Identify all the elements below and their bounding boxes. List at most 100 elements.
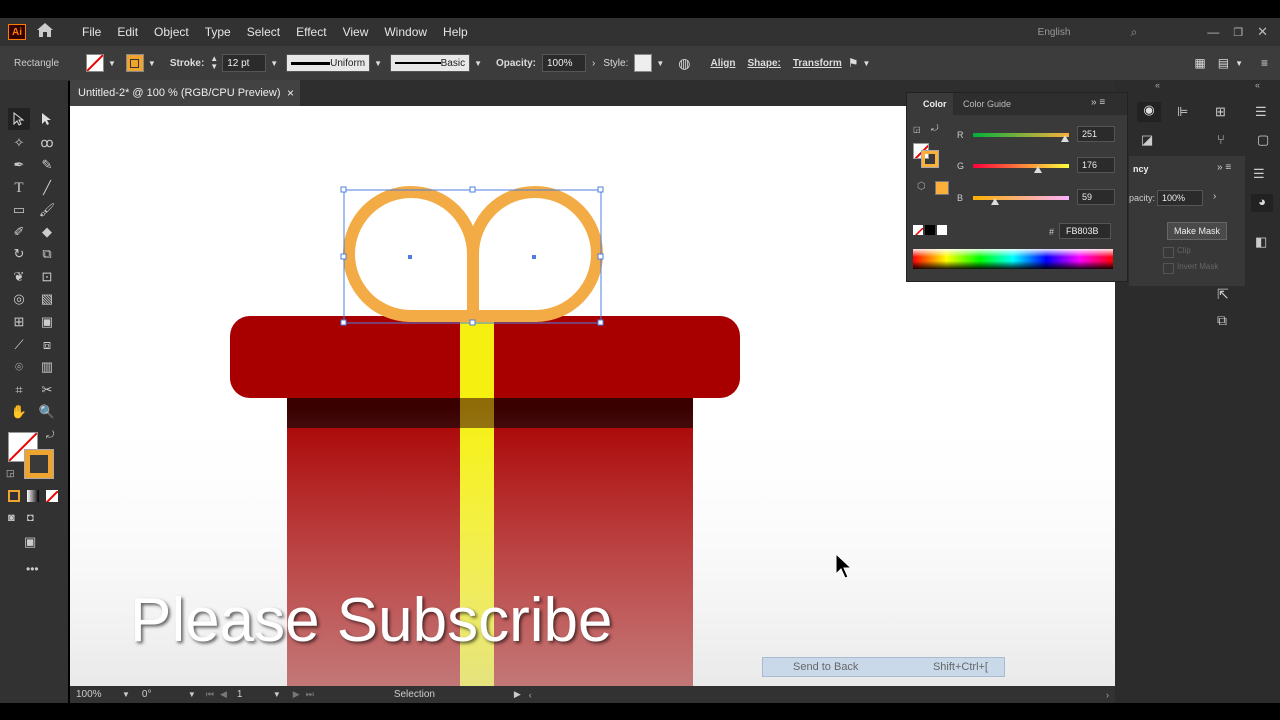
zoom-dropdown-icon[interactable]: ▼	[122, 690, 130, 699]
scroll-right-icon[interactable]: ›	[1106, 690, 1109, 700]
prev-artboard-icon[interactable]: ◀	[220, 689, 227, 700]
transform-panel-icon[interactable]: ⊞	[1215, 104, 1226, 120]
eraser-tool-icon[interactable]: ◆	[36, 221, 58, 243]
b-slider-track[interactable]	[973, 196, 1069, 200]
menu-help[interactable]: Help	[443, 25, 468, 39]
fill-dropdown-icon[interactable]: ▼	[108, 59, 116, 68]
stroke-indicator[interactable]	[24, 449, 54, 479]
close-tab-icon[interactable]: ×	[287, 86, 294, 100]
minimize-icon[interactable]: —	[1207, 25, 1219, 39]
appearance-panel-icon[interactable]: ◉	[1137, 102, 1161, 122]
pathfinder-icon[interactable]: ⑂	[1217, 132, 1225, 147]
status-menu-icon[interactable]: ▶	[514, 689, 521, 700]
gradient-panel-icon[interactable]: ◧	[1255, 234, 1267, 250]
symbol-sprayer-tool-icon[interactable]: ⌾	[8, 356, 30, 378]
document-tab[interactable]: Untitled-2* @ 100 % (RGB/CPU Preview) ×	[70, 80, 300, 106]
profile-dropdown-icon[interactable]: ▼	[374, 59, 382, 68]
menu-object[interactable]: Object	[154, 25, 189, 39]
none-mode-icon[interactable]	[46, 490, 58, 502]
type-tool-icon[interactable]: T	[8, 177, 30, 199]
puppet-warp-icon[interactable]: ⚑	[848, 56, 859, 70]
magic-wand-tool-icon[interactable]: ✧	[8, 132, 30, 154]
artboard-number[interactable]: 1	[237, 689, 273, 700]
opacity-arrow-icon[interactable]: ›	[592, 58, 595, 69]
color-panel-menu-icon[interactable]: » ≡	[1091, 97, 1105, 108]
scroll-left-icon[interactable]: ‹	[529, 690, 532, 700]
brush-dropdown-icon[interactable]: ▼	[474, 59, 482, 68]
slice-tool-icon[interactable]: ✂	[36, 379, 58, 401]
clip-checkbox[interactable]	[1163, 247, 1174, 258]
none-swatch[interactable]	[913, 225, 923, 235]
menu-view[interactable]: View	[343, 25, 369, 39]
align-panel-icon[interactable]: ⊫	[1177, 104, 1188, 120]
stroke-swatch[interactable]	[125, 54, 144, 72]
transparency-opacity-arrow-icon[interactable]: ›	[1213, 191, 1216, 202]
style-dropdown-icon[interactable]: ▼	[656, 59, 664, 68]
zoom-tool-icon[interactable]: 🔍	[36, 401, 58, 423]
free-transform-tool-icon[interactable]: ⊡	[36, 266, 58, 288]
b-slider-thumb[interactable]	[991, 198, 999, 205]
b-value-field[interactable]: 59	[1077, 189, 1115, 205]
warp-tool-icon[interactable]: ❦	[8, 266, 30, 288]
bow-left-loop[interactable]	[343, 186, 479, 322]
artboard-dropdown-icon[interactable]: ▼	[273, 690, 281, 699]
column-graph-tool-icon[interactable]: ▥	[36, 356, 58, 378]
rotate-tool-icon[interactable]: ↻	[8, 243, 30, 265]
perspective-grid-tool-icon[interactable]: ▧	[36, 288, 58, 310]
zoom-level[interactable]: 100%	[76, 689, 122, 700]
transparency-menu-icon[interactable]: » ≡	[1217, 162, 1231, 173]
g-slider-thumb[interactable]	[1034, 166, 1042, 173]
black-swatch[interactable]	[925, 225, 935, 235]
make-mask-button[interactable]: Make Mask	[1167, 222, 1227, 240]
mesh-tool-icon[interactable]: ⊞	[8, 311, 30, 333]
curvature-tool-icon[interactable]: ✎	[36, 154, 58, 176]
web-safe-swatch[interactable]	[935, 181, 949, 195]
default-fill-stroke-icon[interactable]: ◲	[6, 468, 15, 479]
transparency-tab[interactable]: ncy	[1133, 164, 1149, 174]
menu-edit[interactable]: Edit	[117, 25, 138, 39]
home-icon[interactable]	[36, 22, 56, 42]
blend-tool-icon[interactable]: ⧈	[36, 334, 58, 356]
white-swatch[interactable]	[937, 225, 947, 235]
r-slider-track[interactable]	[973, 133, 1069, 137]
close-window-icon[interactable]: ✕	[1257, 24, 1268, 40]
shape-link[interactable]: Shape:	[748, 58, 781, 69]
fill-swatch[interactable]	[86, 54, 104, 72]
color-panel-default-icon[interactable]: ◲	[913, 125, 921, 134]
arrange-documents-icon[interactable]: ▦	[1194, 56, 1205, 70]
opacity-label[interactable]: Opacity:	[496, 58, 536, 69]
stroke-label[interactable]: Stroke:	[170, 58, 204, 69]
menu-file[interactable]: File	[82, 25, 101, 39]
stroke-dropdown-icon[interactable]: ▼	[148, 59, 156, 68]
search-icon[interactable]: ⌕	[1130, 25, 1137, 40]
edit-toolbar-icon[interactable]: •••	[26, 562, 39, 576]
rotation-dropdown-icon[interactable]: ▼	[188, 690, 196, 699]
next-artboard-icon[interactable]: ▶	[293, 689, 300, 700]
out-of-web-gamut-icon[interactable]: ⬡	[917, 181, 926, 192]
g-slider-track[interactable]	[973, 164, 1069, 168]
menu-effect[interactable]: Effect	[296, 25, 326, 39]
g-value-field[interactable]: 176	[1077, 157, 1115, 173]
graphic-styles-icon[interactable]: ◪	[1141, 132, 1153, 148]
eyedropper-tool-icon[interactable]: ⟋	[8, 334, 30, 356]
invert-mask-checkbox[interactable]	[1163, 263, 1174, 274]
stroke-stepper-icon[interactable]: ▲ ▼	[210, 55, 218, 71]
scale-tool-icon[interactable]: ⧉	[36, 243, 58, 265]
r-value-field[interactable]: 251	[1077, 126, 1115, 142]
workspace-icon[interactable]: ▤	[1218, 56, 1229, 70]
bow-right-loop[interactable]	[467, 186, 603, 322]
last-artboard-icon[interactable]: ⏭	[306, 689, 314, 700]
transform-link[interactable]: Transform	[793, 58, 842, 69]
selection-tool-icon[interactable]	[8, 108, 30, 130]
line-tool-icon[interactable]: ╱	[36, 177, 58, 199]
color-panel-swap-icon[interactable]: ⤾	[931, 123, 939, 134]
direct-selection-tool-icon[interactable]	[36, 108, 58, 130]
rotation-value[interactable]: 0°	[142, 689, 188, 700]
dock-collapse-icon-2[interactable]: «	[1255, 80, 1260, 90]
restore-icon[interactable]: ❐	[1233, 26, 1243, 39]
r-slider-thumb[interactable]	[1061, 135, 1069, 142]
shaper-tool-icon[interactable]: ✐	[8, 221, 30, 243]
shape-builder-tool-icon[interactable]: ◎	[8, 288, 30, 310]
opacity-field[interactable]: 100%	[542, 54, 586, 72]
gradient-tool-icon[interactable]: ▣	[36, 311, 58, 333]
